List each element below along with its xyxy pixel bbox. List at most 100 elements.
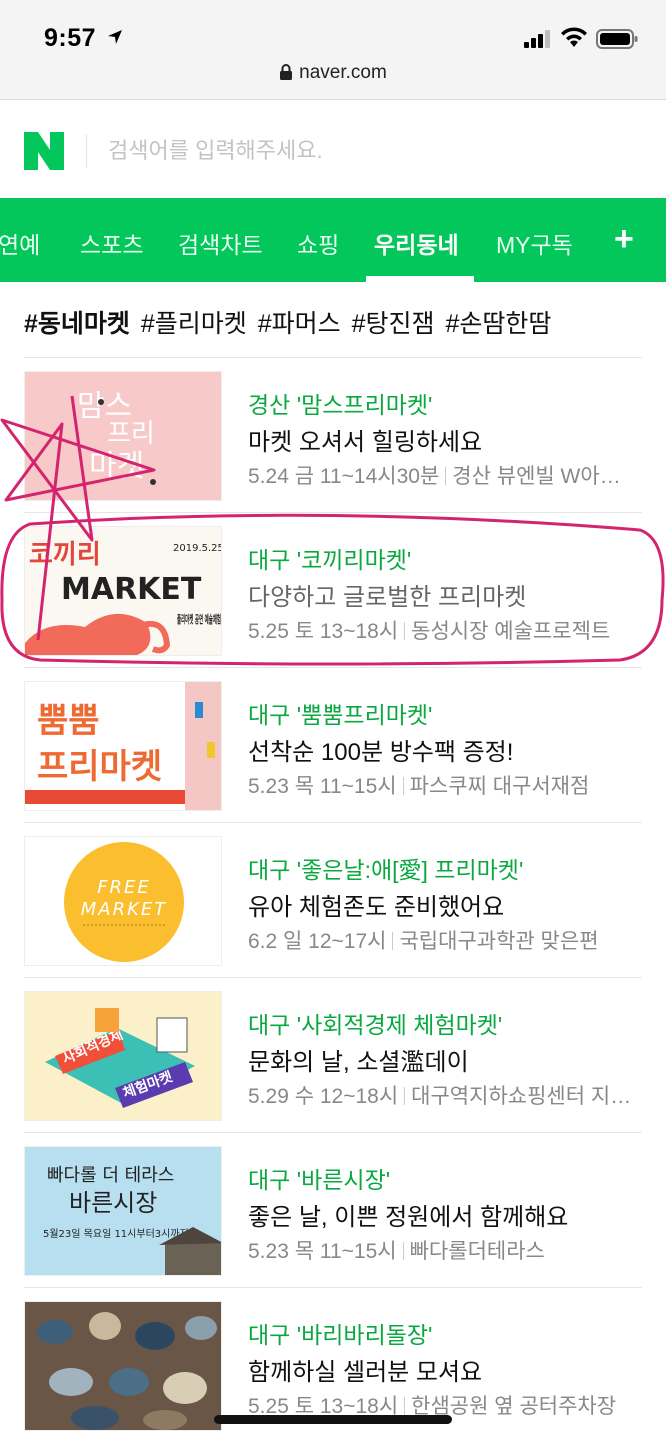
tab-entertainment[interactable]: 연예 bbox=[0, 226, 40, 260]
tab-search-chart[interactable]: 검색차트 bbox=[178, 226, 263, 260]
meta-separator bbox=[404, 1397, 406, 1415]
list-item[interactable]: 사회적경제 체험마켓 대구 '사회적경제 체험마켓' 문화의 날, 소셜濫데이 … bbox=[24, 977, 642, 1132]
market-place: 동성시장 예술프로젝트 bbox=[411, 620, 611, 643]
status-time: 9:57 bbox=[44, 24, 97, 52]
pottery-photo bbox=[25, 1302, 221, 1430]
market-description: 선착순 100분 방수팩 증정! bbox=[248, 739, 514, 766]
search-input[interactable] bbox=[108, 130, 628, 172]
poster-text: 마켓 bbox=[89, 449, 144, 484]
poster-text: MARKET bbox=[81, 899, 168, 920]
market-place: 국립대구과학관 맞은편 bbox=[399, 930, 599, 953]
bareun-market-poster: 빠다롤 더 테라스 바른시장 5월23일 목요일 11시부터3시까지 bbox=[43, 1165, 221, 1275]
list-item[interactable]: 뿜뿜 프리마켓 대구 '뿜뿜프리마켓' 선착순 100분 방수팩 증정! 5.2… bbox=[24, 667, 642, 822]
market-title[interactable]: 대구 '뿜뿜프리마켓' bbox=[248, 696, 432, 730]
poster-side-text: 플리마켓 공연 예술체험 bbox=[177, 612, 221, 626]
meta-separator bbox=[402, 777, 404, 795]
tab-our-neighborhood[interactable]: 우리동네 bbox=[374, 226, 459, 260]
market-meta: 5.23 목 11~15시 파스쿠찌 대구서재점 bbox=[248, 770, 642, 800]
naver-logo[interactable] bbox=[24, 132, 64, 170]
social-economy-poster: 사회적경제 체험마켓 bbox=[45, 1008, 195, 1108]
search-divider bbox=[86, 134, 87, 168]
meta-separator bbox=[404, 622, 406, 640]
tab-sports[interactable]: 스포츠 bbox=[80, 226, 143, 260]
status-bar: 9:57 naver.com bbox=[0, 0, 666, 100]
cellular-signal-icon bbox=[524, 30, 550, 48]
market-meta: 5.24 금 11~14시30분 경산 뷰엔빌 W아… bbox=[248, 460, 642, 490]
active-tab-indicator bbox=[366, 276, 474, 282]
market-title[interactable]: 대구 '바른시장' bbox=[248, 1161, 390, 1195]
poster-text: 프리마켓 bbox=[37, 747, 162, 787]
list-item[interactable]: FREE MARKET 대구 '좋은날:애[愛] 프리마켓' 유아 체험존도 준… bbox=[24, 822, 642, 977]
market-meta: 5.29 수 12~18시 대구역지하쇼핑센터 지… bbox=[248, 1080, 642, 1110]
battery-icon bbox=[596, 29, 638, 49]
poster-date: 2019.5.25 bbox=[173, 543, 222, 554]
market-date: 5.24 금 11~14시30분 bbox=[248, 465, 440, 488]
market-title[interactable]: 대구 '좋은날:애[愛] 프리마켓' bbox=[248, 851, 523, 885]
meta-separator bbox=[392, 932, 394, 950]
meta-separator bbox=[402, 1242, 404, 1260]
poster-text: 빠다롤 더 테라스 bbox=[47, 1165, 174, 1186]
wifi-icon bbox=[561, 27, 587, 47]
market-description: 좋은 날, 이쁜 정원에서 함께해요 bbox=[248, 1204, 569, 1231]
market-date: 5.23 목 11~15시 bbox=[248, 775, 397, 798]
market-date: 5.29 수 12~18시 bbox=[248, 1085, 399, 1108]
hashtag[interactable]: #파머스 bbox=[258, 310, 341, 338]
market-thumbnail[interactable]: 사회적경제 체험마켓 bbox=[24, 991, 222, 1121]
market-thumbnail[interactable]: 빠다롤 더 테라스 바른시장 5월23일 목요일 11시부터3시까지 bbox=[24, 1146, 222, 1276]
market-thumbnail[interactable]: 코끼리 2019.5.25 MARKET 플리마켓 공연 예술체험 bbox=[24, 526, 222, 656]
tab-shopping[interactable]: 쇼핑 bbox=[297, 226, 339, 260]
hashtag[interactable]: #탕진잼 bbox=[352, 310, 435, 338]
market-place: 빠다롤더테라스 bbox=[409, 1240, 545, 1263]
market-meta: 5.25 토 13~18시 동성시장 예술프로젝트 bbox=[248, 615, 642, 645]
market-thumbnail[interactable]: 뿜뿜 프리마켓 bbox=[24, 681, 222, 811]
hashtag[interactable]: #플리마켓 bbox=[141, 310, 247, 338]
market-description: 마켓 오셔서 힐링하세요 bbox=[248, 429, 483, 456]
market-description: 유아 체험존도 준비했어요 bbox=[248, 894, 505, 921]
list-item[interactable]: 코끼리 2019.5.25 MARKET 플리마켓 공연 예술체험 대구 '코끼… bbox=[24, 512, 642, 667]
url-bar[interactable]: naver.com bbox=[0, 62, 666, 84]
free-market-poster: FREE MARKET bbox=[64, 842, 184, 962]
search-bar bbox=[0, 102, 666, 198]
market-place: 경산 뷰엔빌 W아… bbox=[452, 465, 621, 488]
moms-market-poster: 맘스 프리 마켓 bbox=[77, 389, 156, 485]
poster-text: FREE bbox=[97, 877, 151, 898]
elephant-market-poster: 코끼리 2019.5.25 MARKET 플리마켓 공연 예술체험 bbox=[25, 540, 222, 655]
market-thumbnail[interactable]: 맘스 프리 마켓 bbox=[24, 371, 222, 501]
home-indicator[interactable] bbox=[214, 1415, 452, 1424]
market-thumbnail[interactable] bbox=[24, 1301, 222, 1431]
hashtag[interactable]: #손땀한땀 bbox=[445, 310, 551, 338]
market-description: 문화의 날, 소셜濫데이 bbox=[248, 1049, 469, 1076]
meta-separator bbox=[404, 1087, 406, 1105]
market-thumbnail[interactable]: FREE MARKET bbox=[24, 836, 222, 966]
market-place: 파스쿠찌 대구서재점 bbox=[409, 775, 590, 798]
list-item[interactable]: 빠다롤 더 테라스 바른시장 5월23일 목요일 11시부터3시까지 대구 '바… bbox=[24, 1132, 642, 1287]
market-date: 6.2 일 12~17시 bbox=[248, 930, 387, 953]
market-meta: 6.2 일 12~17시 국립대구과학관 맞은편 bbox=[248, 925, 642, 955]
hashtag-row: #동네마켓 #플리마켓 #파머스 #탕진잼 #손땀한땀 bbox=[24, 304, 555, 340]
location-arrow-icon bbox=[108, 30, 122, 44]
poster-text: 5월23일 목요일 11시부터3시까지 bbox=[43, 1228, 189, 1240]
market-meta: 5.23 목 11~15시 빠다롤더테라스 bbox=[248, 1235, 642, 1265]
market-date: 5.23 목 11~15시 bbox=[248, 1240, 397, 1263]
hashtag[interactable]: #동네마켓 bbox=[24, 310, 130, 338]
tab-my-subscription[interactable]: MY구독 bbox=[496, 226, 573, 260]
market-title[interactable]: 대구 '코끼리마켓' bbox=[248, 541, 411, 575]
market-title[interactable]: 경산 '맘스프리마켓' bbox=[248, 386, 432, 420]
lock-icon bbox=[280, 64, 293, 80]
market-title[interactable]: 대구 '바리바리돌장' bbox=[248, 1316, 432, 1350]
list-item[interactable]: 맘스 프리 마켓 경산 '맘스프리마켓' 마켓 오셔서 힐링하세요 5.24 금… bbox=[24, 357, 642, 512]
meta-separator bbox=[445, 467, 447, 485]
poster-text: 바른시장 bbox=[69, 1189, 157, 1217]
market-list: 맘스 프리 마켓 경산 '맘스프리마켓' 마켓 오셔서 힐링하세요 5.24 금… bbox=[24, 357, 642, 1440]
url-text: naver.com bbox=[299, 62, 387, 83]
market-description: 함께하실 셀러분 모셔요 bbox=[248, 1359, 483, 1386]
poster-text: 프리 bbox=[107, 419, 155, 449]
poster-text: MARKET bbox=[61, 572, 202, 607]
market-title[interactable]: 대구 '사회적경제 체험마켓' bbox=[248, 1006, 502, 1040]
category-tabs: 연예 스포츠 검색차트 쇼핑 우리동네 MY구독 + bbox=[0, 198, 666, 282]
market-description: 다양하고 글로벌한 프리마켓 bbox=[248, 584, 527, 611]
market-date: 5.25 토 13~18시 bbox=[248, 620, 399, 643]
add-tab-button[interactable]: + bbox=[614, 220, 642, 258]
market-place: 대구역지하쇼핑센터 지… bbox=[411, 1085, 632, 1108]
poster-text: 뿜뿜 bbox=[37, 701, 100, 741]
